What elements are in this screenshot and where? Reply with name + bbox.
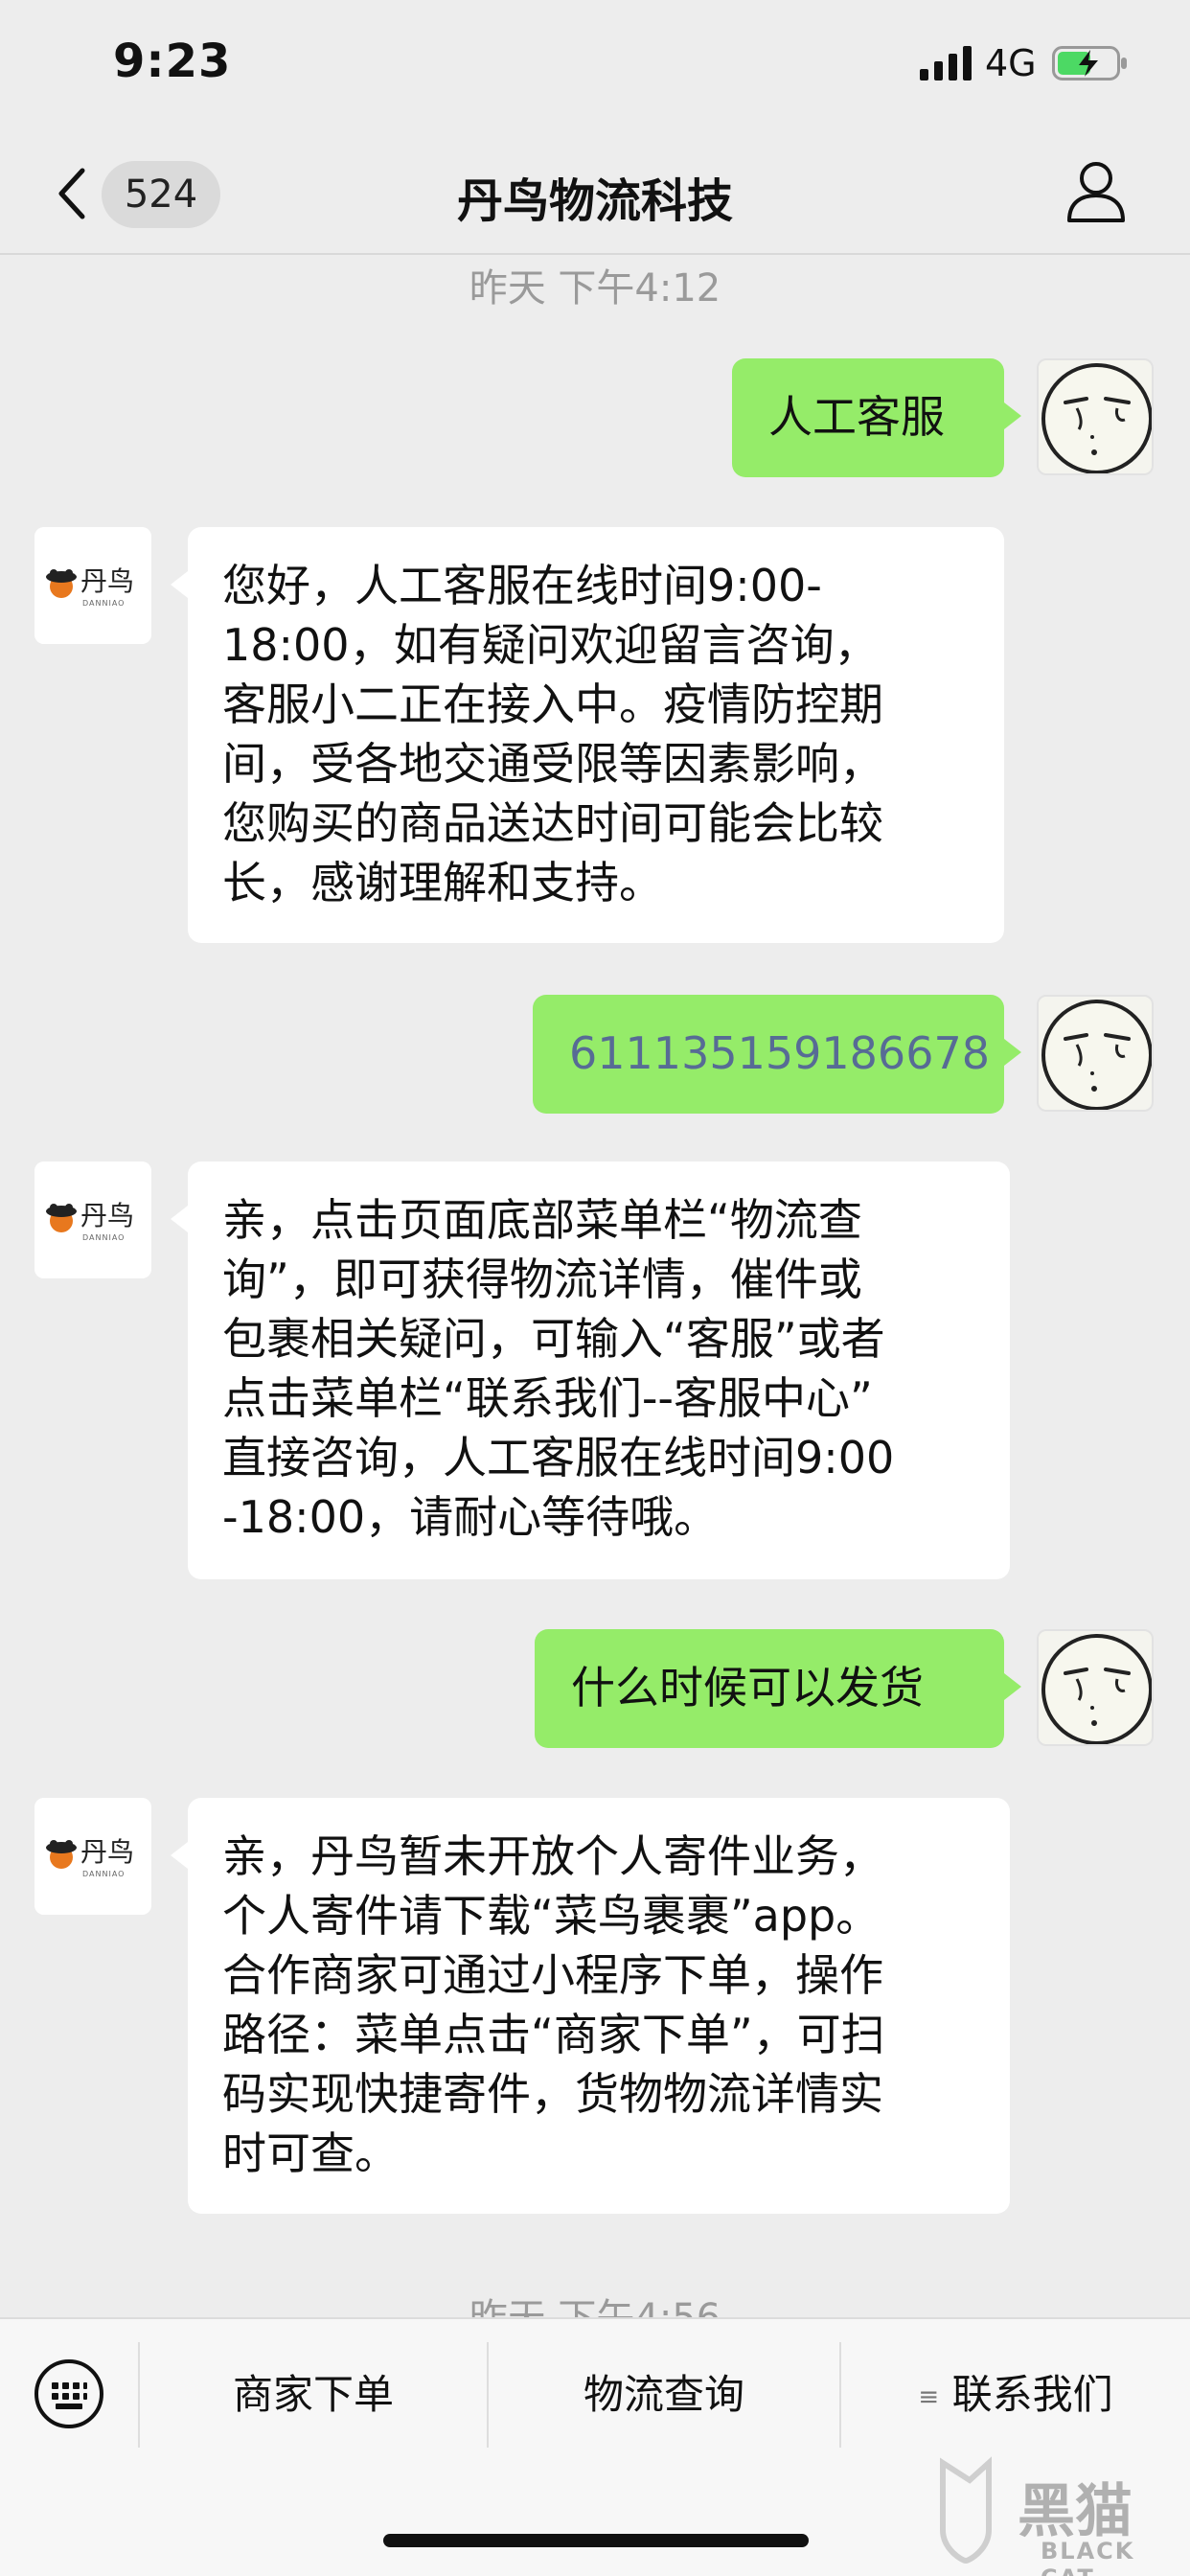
status-bar: 9:23 4G (0, 0, 1190, 134)
menu-merchant-order[interactable]: 商家下单 (140, 2342, 487, 2448)
message-text: 亲，丹鸟暂未开放个人寄件业务， 个人寄件请下载“菜鸟裹裹”app。 合作商家可通… (222, 1830, 885, 2179)
doodle-face-icon (1041, 363, 1152, 473)
menu-contact-us-label: 联系我们 (951, 2371, 1113, 2418)
brand-logo-subtext: DANNIAO (82, 599, 125, 608)
brand-avatar[interactable]: 丹鸟 DANNIAO (34, 527, 151, 644)
menu-logistics-query[interactable]: 物流查询 (489, 2342, 839, 2448)
watermark-subtext: BLACK CAT (1041, 2538, 1135, 2576)
user-avatar[interactable] (1037, 358, 1154, 475)
user-avatar[interactable] (1037, 995, 1154, 1112)
message-timestamp: 昨天 下午4:12 (469, 266, 721, 310)
message-text: 什么时候可以发货 (571, 1662, 924, 1714)
menu-contact-us[interactable]: ≡ 联系我们 (841, 2342, 1190, 2448)
keyboard-toggle-icon[interactable] (33, 2358, 105, 2430)
chat-title: 丹鸟物流科技 (456, 174, 733, 228)
user-avatar[interactable] (1037, 1629, 1154, 1746)
brand-logo-text: 丹鸟 (80, 1836, 134, 1868)
battery-charging-icon (1052, 46, 1127, 80)
brand-logo-subtext: DANNIAO (82, 1233, 125, 1242)
brand-logo-subtext: DANNIAO (82, 1870, 125, 1878)
outgoing-message[interactable]: 什么时候可以发货 (535, 1629, 1021, 1748)
status-time: 9:23 (113, 34, 232, 88)
network-type: 4G (985, 42, 1037, 84)
tracking-number-link[interactable]: 611135159186678 (569, 1024, 990, 1083)
brand-avatar[interactable]: 丹鸟 DANNIAO (34, 1798, 151, 1915)
submenu-lines-icon: ≡ (918, 2382, 940, 2412)
message-text: 人工客服 (768, 391, 945, 443)
nav-bar: 524 丹鸟物流科技 (0, 134, 1190, 255)
incoming-message[interactable]: 亲，丹鸟暂未开放个人寄件业务， 个人寄件请下载“菜鸟裹裹”app。 合作商家可通… (171, 1798, 1010, 2214)
home-indicator[interactable] (383, 2534, 809, 2547)
watermark-text: 黑猫 (1018, 2478, 1133, 2545)
message-text: 您好，人工客服在线时间9:00- 18:00，如有疑问欢迎留言咨询， 客服小二正… (222, 560, 883, 908)
doodle-face-icon (1041, 1000, 1152, 1110)
danniao-logo-icon: 丹鸟 DANNIAO (34, 1162, 151, 1278)
doodle-face-icon (1041, 1634, 1152, 1744)
incoming-message[interactable]: 您好，人工客服在线时间9:00- 18:00，如有疑问欢迎留言咨询， 客服小二正… (171, 527, 1004, 943)
danniao-logo-icon: 丹鸟 DANNIAO (34, 1798, 151, 1915)
danniao-logo-icon: 丹鸟 DANNIAO (34, 527, 151, 644)
incoming-message[interactable]: 亲，点击页面底部菜单栏“物流查 询”，即可获得物流详情，催件或 包裹相关疑问，可… (171, 1162, 1010, 1579)
outgoing-message[interactable]: 人工客服 (732, 358, 1021, 477)
message-text: 亲，点击页面底部菜单栏“物流查 询”，即可获得物流详情，催件或 包裹相关疑问，可… (222, 1194, 895, 1543)
brand-avatar[interactable]: 丹鸟 DANNIAO (34, 1162, 151, 1278)
brand-logo-text: 丹鸟 (80, 1200, 134, 1231)
profile-icon[interactable] (1065, 159, 1127, 224)
brand-logo-text: 丹鸟 (80, 565, 134, 597)
outgoing-message[interactable]: 611135159186678 (533, 995, 1021, 1114)
signal-icon (920, 46, 972, 80)
